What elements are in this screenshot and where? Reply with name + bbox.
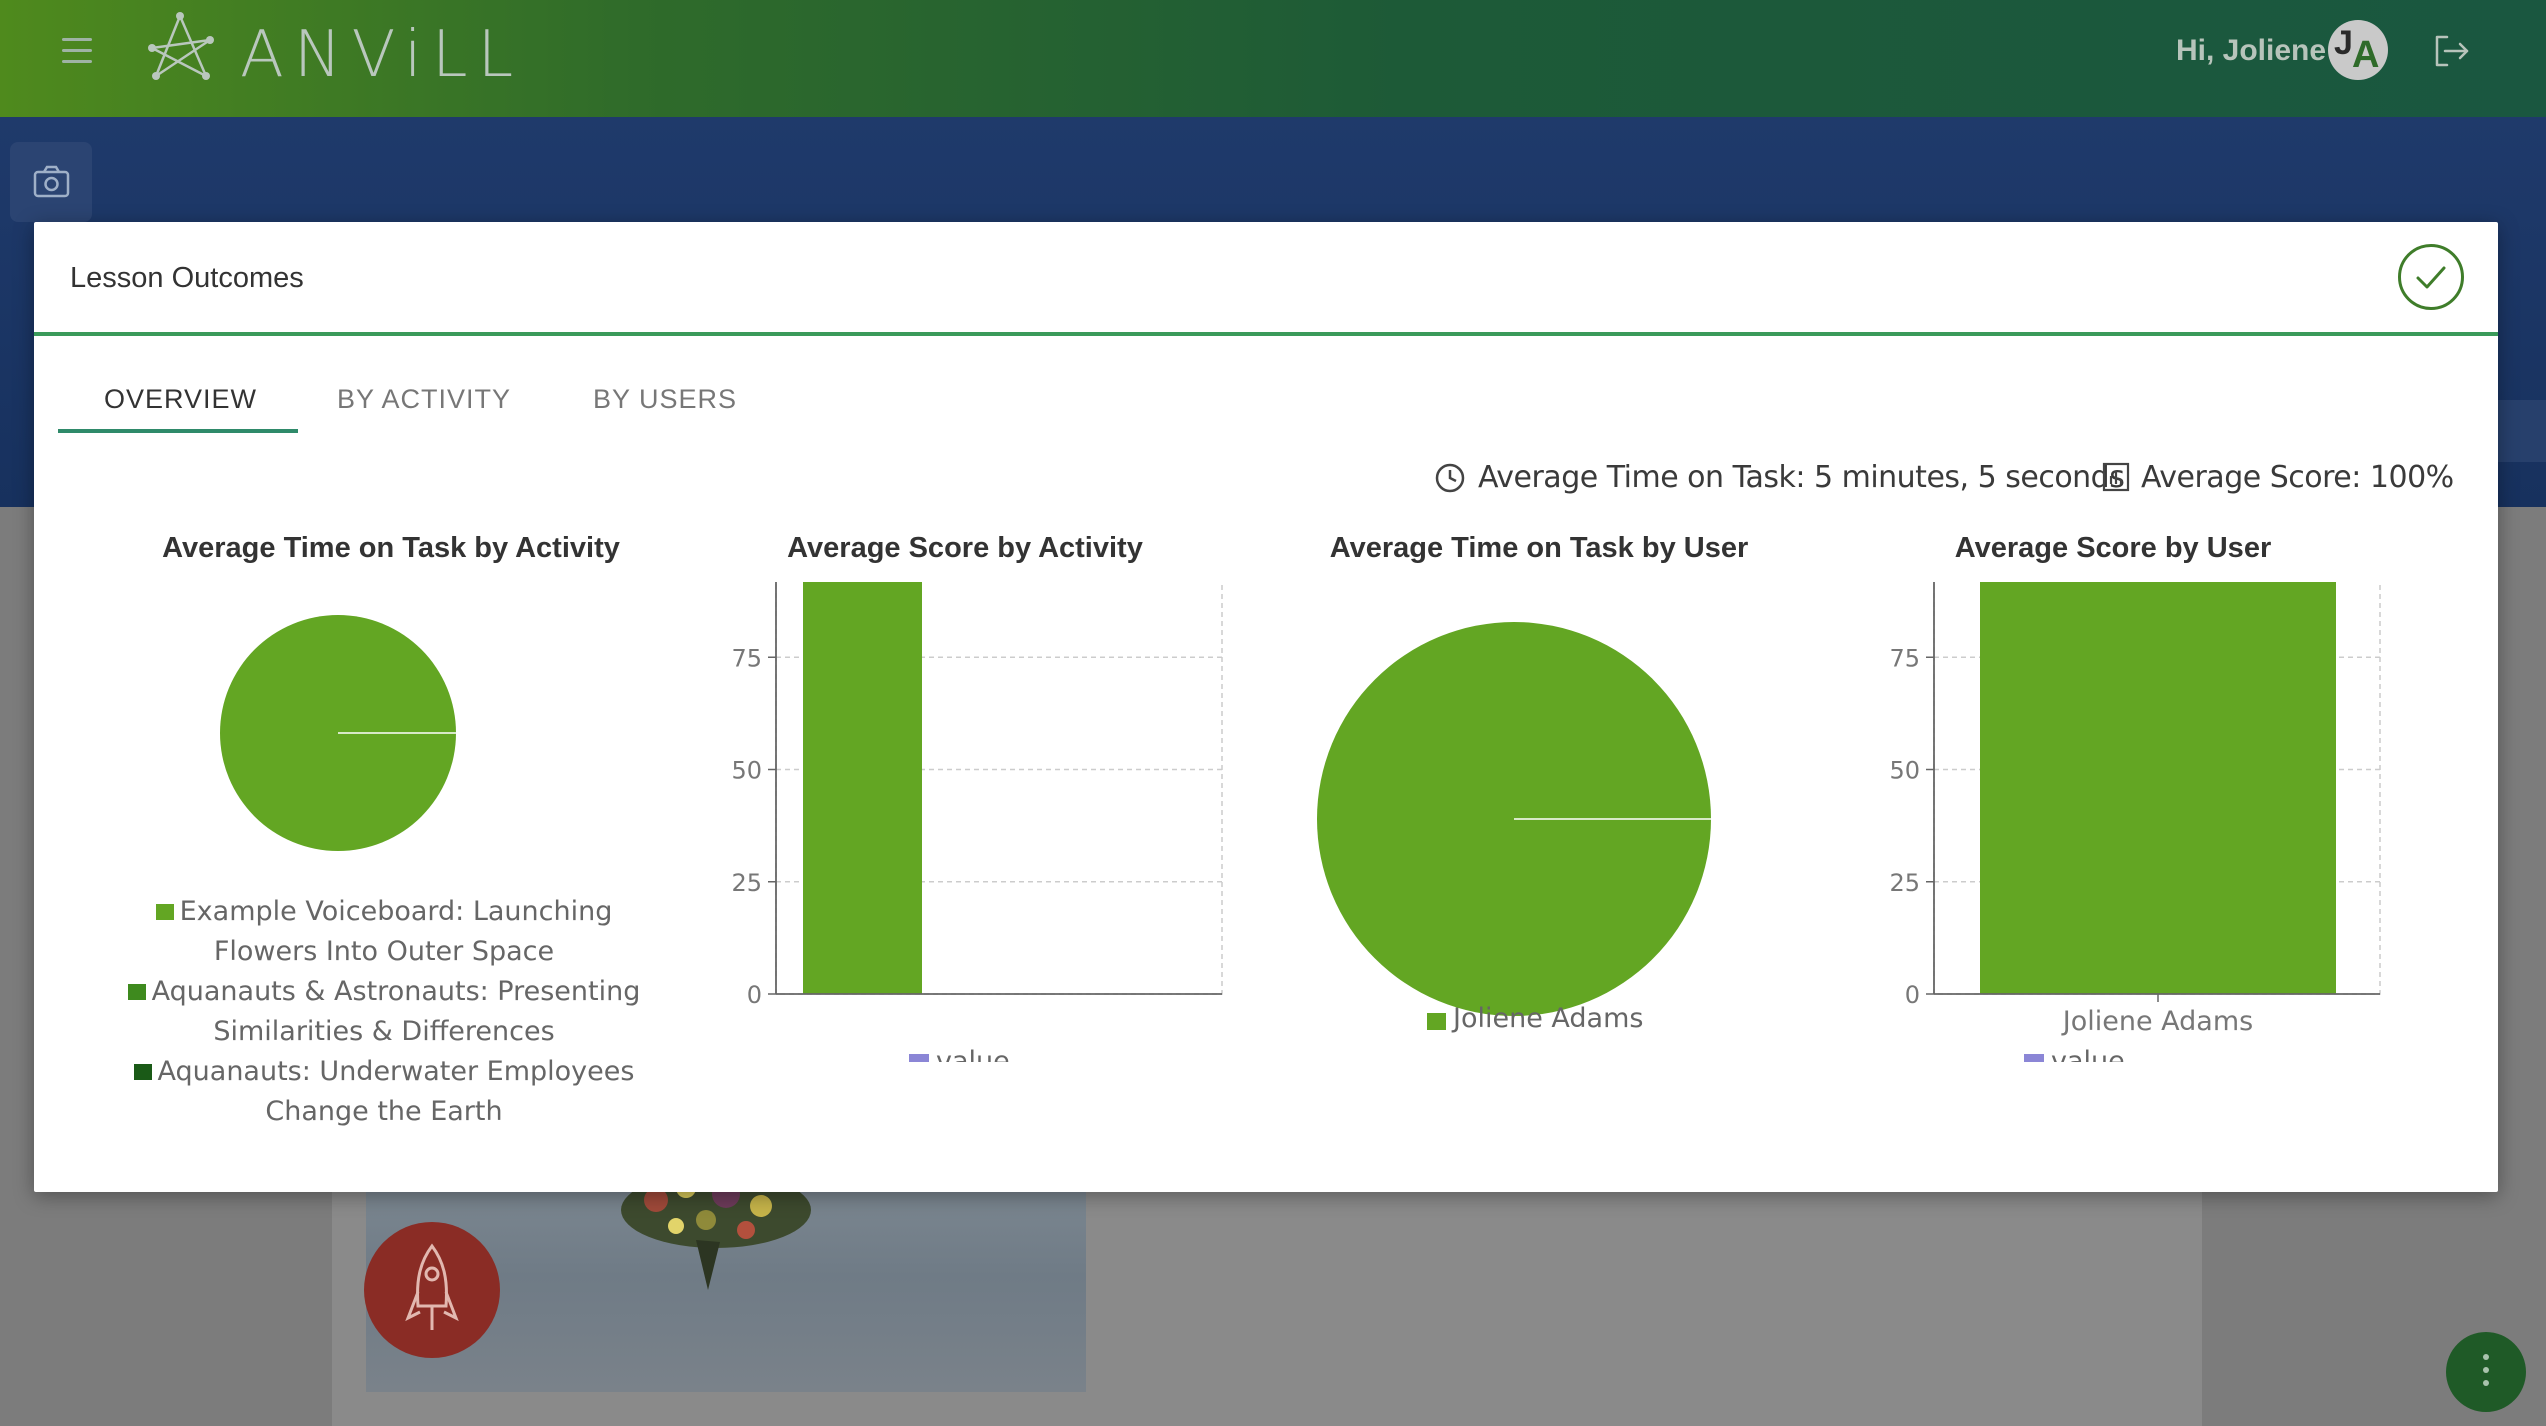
chart-title: Average Score by User (1954, 532, 2272, 564)
check-icon (2416, 266, 2446, 289)
legend-label: value (936, 1046, 1010, 1062)
modal-header: Lesson Outcomes (34, 222, 2498, 336)
bar (1980, 582, 2336, 994)
chart-title: Average Time on Task by User (1329, 532, 1749, 564)
average-score-stat: Average Score: 100% (2141, 460, 2454, 495)
bar-chart-user-score: 1007550250Joliene Adamsvalue (1889, 582, 2381, 1062)
y-tick-label: 25 (1889, 869, 1920, 897)
legend-item: Example Voiceboard: Launching (94, 892, 674, 932)
legend-swatch (2024, 1054, 2044, 1062)
avatar[interactable]: JA (2328, 20, 2388, 80)
y-tick-label: 75 (1889, 644, 1920, 672)
brand-logo-text: ANViLL (240, 18, 524, 92)
legend-label: Joliene Adams (1451, 1003, 1643, 1034)
pie-chart-user-time: Joliene Adams (1317, 622, 1711, 1034)
clock-icon (1435, 463, 1465, 493)
bar-chart-activity-score: 1007550250value (731, 582, 1223, 1062)
logo-icon (148, 12, 214, 80)
legend-item: Aquanauts: Underwater Employees (94, 1052, 674, 1092)
modal-title: Lesson Outcomes (70, 262, 304, 294)
legend-item: Change the Earth (94, 1092, 674, 1132)
legend-swatch (133, 1064, 152, 1080)
top-bar: ANViLL Hi, Joliene JA (0, 0, 2546, 117)
lesson-outcomes-modal: Lesson Outcomes OVERVIEW BY ACTIVITY BY … (34, 222, 2498, 1192)
legend-label: Change the Earth (265, 1096, 503, 1127)
tab-by-activity[interactable]: BY ACTIVITY (337, 384, 511, 415)
y-tick-label: 0 (747, 981, 762, 1009)
rocket-badge (364, 1222, 500, 1358)
menu-icon[interactable] (62, 38, 96, 66)
legend-label: value (2051, 1046, 2125, 1062)
y-tick-label: 50 (1889, 757, 1920, 785)
legend-label: Aquanauts & Astronauts: Presenting (151, 976, 641, 1007)
active-tab-indicator (58, 429, 298, 433)
close-modal-button[interactable] (2398, 244, 2464, 310)
rocket-icon (405, 1243, 459, 1330)
chart-title: Average Time on Task by Activity (162, 532, 620, 564)
y-tick-label: 25 (731, 869, 762, 897)
tab-by-users[interactable]: BY USERS (593, 384, 737, 415)
summary-stats: Average Time on Task: 5 minutes, 5 secon… (1434, 460, 2454, 500)
y-tick-label: 0 (1905, 981, 1920, 1009)
chart-title: Average Score by Activity (787, 532, 1143, 564)
legend-swatch (127, 984, 146, 1000)
user-greeting: Hi, Joliene (2176, 34, 2327, 67)
more-vertical-icon (2446, 1332, 2526, 1386)
legend-label: Aquanauts: Underwater Employees (157, 1056, 635, 1087)
pie-chart-activity-time (220, 615, 456, 851)
x-tick-label: Joliene Adams (2061, 1006, 2253, 1037)
average-time-stat: Average Time on Task: 5 minutes, 5 secon… (1478, 460, 2125, 495)
legend-label: Example Voiceboard: Launching (179, 896, 613, 927)
pie-legend-activity: Example Voiceboard: Launching Flowers Int… (94, 892, 674, 1132)
legend-item: Flowers Into Outer Space (94, 932, 674, 972)
legend-item: Aquanauts & Astronauts: Presenting (94, 972, 674, 1012)
legend-label: Flowers Into Outer Space (213, 936, 555, 967)
camera-button[interactable] (10, 142, 92, 222)
camera-icon (33, 165, 70, 198)
y-tick-label: 50 (731, 757, 762, 785)
logout-icon[interactable] (2433, 33, 2471, 69)
legend-swatch (1427, 1013, 1446, 1030)
legend-swatch (155, 904, 174, 920)
more-actions-button[interactable] (2446, 1332, 2526, 1412)
y-tick-label: 75 (731, 644, 762, 672)
legend-label: Similarities & Differences (213, 1016, 555, 1047)
bar (803, 582, 922, 994)
legend-swatch (909, 1054, 929, 1062)
tab-overview[interactable]: OVERVIEW (104, 384, 257, 415)
legend-item: Similarities & Differences (94, 1012, 674, 1052)
bar-chart-icon (2102, 462, 2130, 492)
